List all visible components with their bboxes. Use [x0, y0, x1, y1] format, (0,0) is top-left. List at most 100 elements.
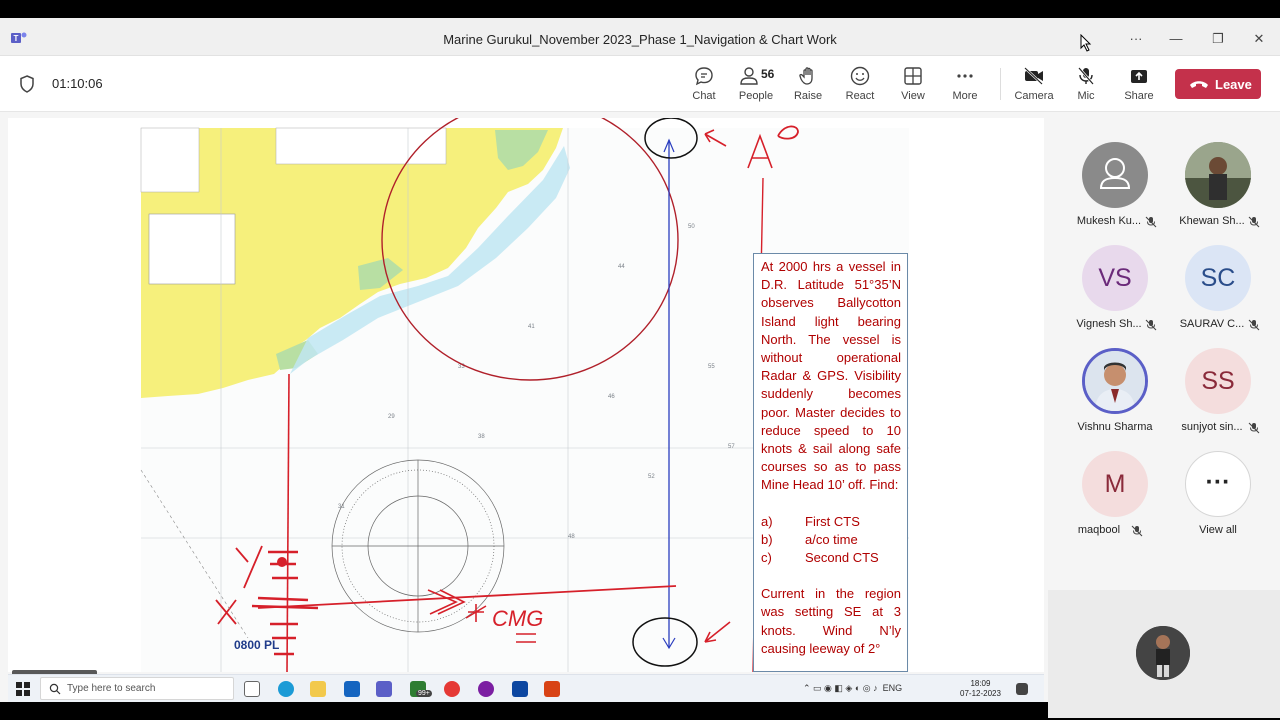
clock-date: 07-12-2023 [960, 689, 1001, 698]
shield-icon [20, 75, 34, 93]
edge-icon[interactable] [278, 681, 294, 697]
camera-label: Camera [1014, 90, 1054, 102]
meeting-timer: 01:10:06 [52, 76, 103, 91]
chrome-profile-icon[interactable] [478, 681, 494, 697]
mail-icon[interactable] [344, 681, 360, 697]
profile-photo [1085, 351, 1145, 411]
svg-text:44: 44 [618, 264, 625, 270]
notification-center-icon[interactable] [1016, 683, 1028, 695]
more-icon: ··· [1185, 451, 1251, 517]
participant-tile[interactable]: Mukesh Ku... [1063, 118, 1167, 228]
more-options-icon[interactable]: ··· [1126, 29, 1146, 49]
close-icon[interactable]: ✕ [1249, 29, 1269, 49]
view-all-button[interactable]: ··· View all [1166, 427, 1270, 536]
clock-time: 18:09 [970, 679, 991, 688]
task-view-icon[interactable] [244, 681, 260, 697]
mic-button[interactable]: Mic [1061, 66, 1111, 106]
chat-button[interactable]: Chat [679, 66, 729, 106]
profile-photo [1185, 142, 1251, 208]
problem-statement: At 2000 hrs a vessel in D.R. Latitude 51… [761, 259, 901, 493]
leave-label: Leave [1215, 77, 1252, 92]
windows-start-icon[interactable] [16, 682, 30, 696]
shared-screen-stage: 33 41 46 38 29 52 48 55 31 44 50 57 CMG … [8, 118, 1044, 672]
share-button[interactable]: Share [1114, 66, 1164, 106]
participant-tile[interactable]: SS sunjyot sin... [1166, 324, 1270, 434]
react-label: React [845, 90, 875, 102]
avatar [1082, 142, 1148, 208]
title-bar: T Marine Gurukul_November 2023_Phase 1_N… [0, 18, 1280, 56]
participant-tile-speaking[interactable]: Vishnu Sharma [1063, 324, 1167, 433]
share-label: Share [1124, 90, 1154, 102]
svg-text:38: 38 [478, 434, 485, 440]
mic-off-icon [1131, 525, 1143, 537]
people-button[interactable]: 56 People [731, 66, 781, 106]
notification-badge: 99+ [416, 690, 432, 697]
participant-tile[interactable]: M maqbool [1063, 427, 1167, 537]
language-indicator[interactable]: ENG [883, 683, 903, 693]
participant-tile[interactable]: Khewan Sh... [1166, 118, 1270, 228]
react-button[interactable]: React [835, 66, 885, 106]
participants-panel: Mukesh Ku... Khewan Sh... VS Vignesh Sh.… [1048, 118, 1280, 588]
toolbar-divider [1000, 68, 1001, 100]
participant-name: maqbool [1077, 524, 1121, 536]
view-label: View [901, 90, 925, 102]
taskbar-search-box[interactable]: Type here to search [40, 677, 234, 700]
powerpoint-icon[interactable] [544, 681, 560, 697]
answer-item-c: c) Second CTS [761, 550, 879, 566]
avatar: M [1082, 451, 1148, 517]
hang-up-icon [1190, 81, 1208, 88]
file-explorer-icon[interactable] [310, 681, 326, 697]
windows-taskbar: Type here to search 99+ ⌃ ▭ ◉ ◧ ◈ ◐ ◎ ♪ … [8, 674, 1044, 702]
svg-text:46: 46 [608, 394, 615, 400]
search-icon [49, 683, 61, 695]
generic-person-icon [1099, 158, 1131, 189]
more-button[interactable]: More [940, 66, 990, 106]
camera-button[interactable]: Camera [1009, 66, 1059, 106]
camera-off-icon [1024, 67, 1043, 85]
system-tray: ⌃ ▭ ◉ ◧ ◈ ◐ ◎ ♪ ENG [803, 683, 903, 693]
answer-item-a: a) First CTS [761, 513, 860, 529]
minimize-icon[interactable]: — [1166, 29, 1186, 49]
avatar [1082, 348, 1148, 414]
view-all-label: View all [1199, 524, 1237, 536]
answer-item-b: b) a/co time [761, 531, 858, 547]
profile-photo [1136, 626, 1190, 680]
participant-tile[interactable]: SC SAURAV C... [1166, 221, 1270, 331]
taskbar-clock[interactable]: 18:09 07-12-2023 [960, 679, 1001, 699]
avatar: VS [1082, 245, 1148, 311]
teams-window: T Marine Gurukul_November 2023_Phase 1_N… [0, 18, 1280, 718]
svg-text:55: 55 [708, 364, 715, 370]
maximize-icon[interactable]: ❐ [1208, 29, 1228, 49]
teams-icon[interactable] [376, 681, 392, 697]
leave-button[interactable]: Leave [1175, 69, 1261, 99]
chat-icon [695, 67, 713, 86]
more-label: More [952, 90, 978, 102]
mic-off-icon [1078, 67, 1094, 85]
svg-text:41: 41 [528, 324, 535, 330]
app-icon[interactable] [512, 681, 528, 697]
people-label: People [738, 90, 774, 102]
svg-text:57: 57 [728, 444, 735, 450]
chat-label: Chat [692, 90, 716, 102]
meeting-toolbar: 01:10:06 Chat 56 People Raise React View… [0, 56, 1280, 112]
avatar: SC [1185, 245, 1251, 311]
more-icon [957, 74, 973, 78]
raise-label: Raise [793, 90, 823, 102]
problem-text-box: At 2000 hrs a vessel in D.R. Latitude 51… [753, 253, 908, 672]
svg-text:29: 29 [388, 414, 395, 420]
cmg-annotation: CMG [492, 606, 543, 631]
people-count: 56 [761, 67, 775, 81]
participant-tile[interactable]: VS Vignesh Sh... [1063, 221, 1167, 331]
mic-label: Mic [1077, 90, 1095, 102]
raise-hand-button[interactable]: Raise [783, 66, 833, 106]
view-button[interactable]: View [888, 66, 938, 106]
people-icon [740, 67, 758, 85]
current-statement: Current in the region was setting SE at … [761, 586, 901, 656]
share-icon [1131, 70, 1147, 83]
position-label: 0800 PL [234, 638, 280, 652]
chrome-icon[interactable] [444, 681, 460, 697]
search-placeholder: Type here to search [67, 683, 156, 694]
self-avatar [1136, 626, 1190, 680]
avatar [1185, 142, 1251, 208]
mouse-cursor-icon [1080, 34, 1092, 52]
